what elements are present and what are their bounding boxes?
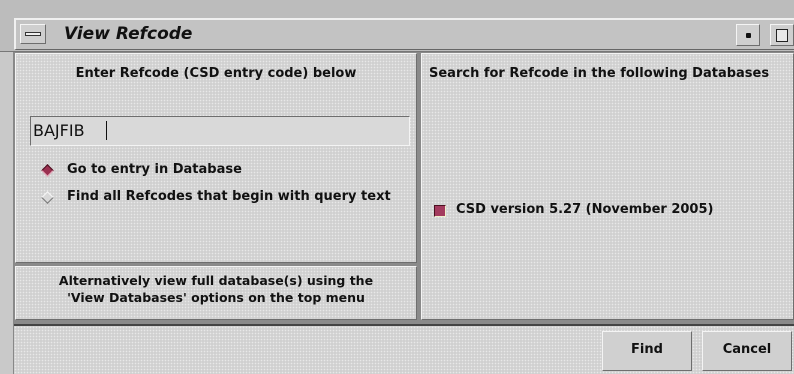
alternative-note-panel: Alternatively view full database(s) usin… <box>15 266 417 320</box>
refcode-input-field[interactable] <box>30 116 410 146</box>
radio-find-all-refcodes[interactable]: Find all Refcodes that begin with query … <box>40 189 410 209</box>
radio-find-all-refcodes-label: Find all Refcodes that begin with query … <box>67 189 391 204</box>
refcode-input[interactable] <box>33 120 393 140</box>
note-line-2: 'View Databases' options on the top menu <box>67 290 365 305</box>
database-label[interactable]: CSD version 5.27 (November 2005) <box>456 202 713 217</box>
maximize-icon[interactable] <box>770 24 794 46</box>
window-title: View Refcode <box>64 24 193 44</box>
database-checkbox[interactable] <box>434 205 446 217</box>
window-left-edge <box>0 52 14 374</box>
note-line-1: Alternatively view full database(s) usin… <box>58 273 374 288</box>
radio-selected-icon[interactable] <box>41 164 54 177</box>
refcode-entry-panel: Enter Refcode (CSD entry code) below <box>15 53 417 263</box>
database-panel-heading: Search for Refcode in the following Data… <box>429 66 770 81</box>
find-button[interactable]: Find <box>602 331 692 371</box>
window-menu-icon[interactable] <box>20 24 46 44</box>
cancel-button[interactable]: Cancel <box>702 331 792 371</box>
radio-unselected-icon[interactable] <box>41 191 54 204</box>
text-caret <box>106 121 107 140</box>
radio-go-to-entry-label: Go to entry in Database <box>67 162 242 177</box>
refcode-entry-heading: Enter Refcode (CSD entry code) below <box>75 66 357 81</box>
radio-go-to-entry[interactable]: Go to entry in Database <box>40 162 400 182</box>
minimize-icon[interactable] <box>736 24 760 46</box>
database-panel: Search for Refcode in the following Data… <box>421 53 794 320</box>
